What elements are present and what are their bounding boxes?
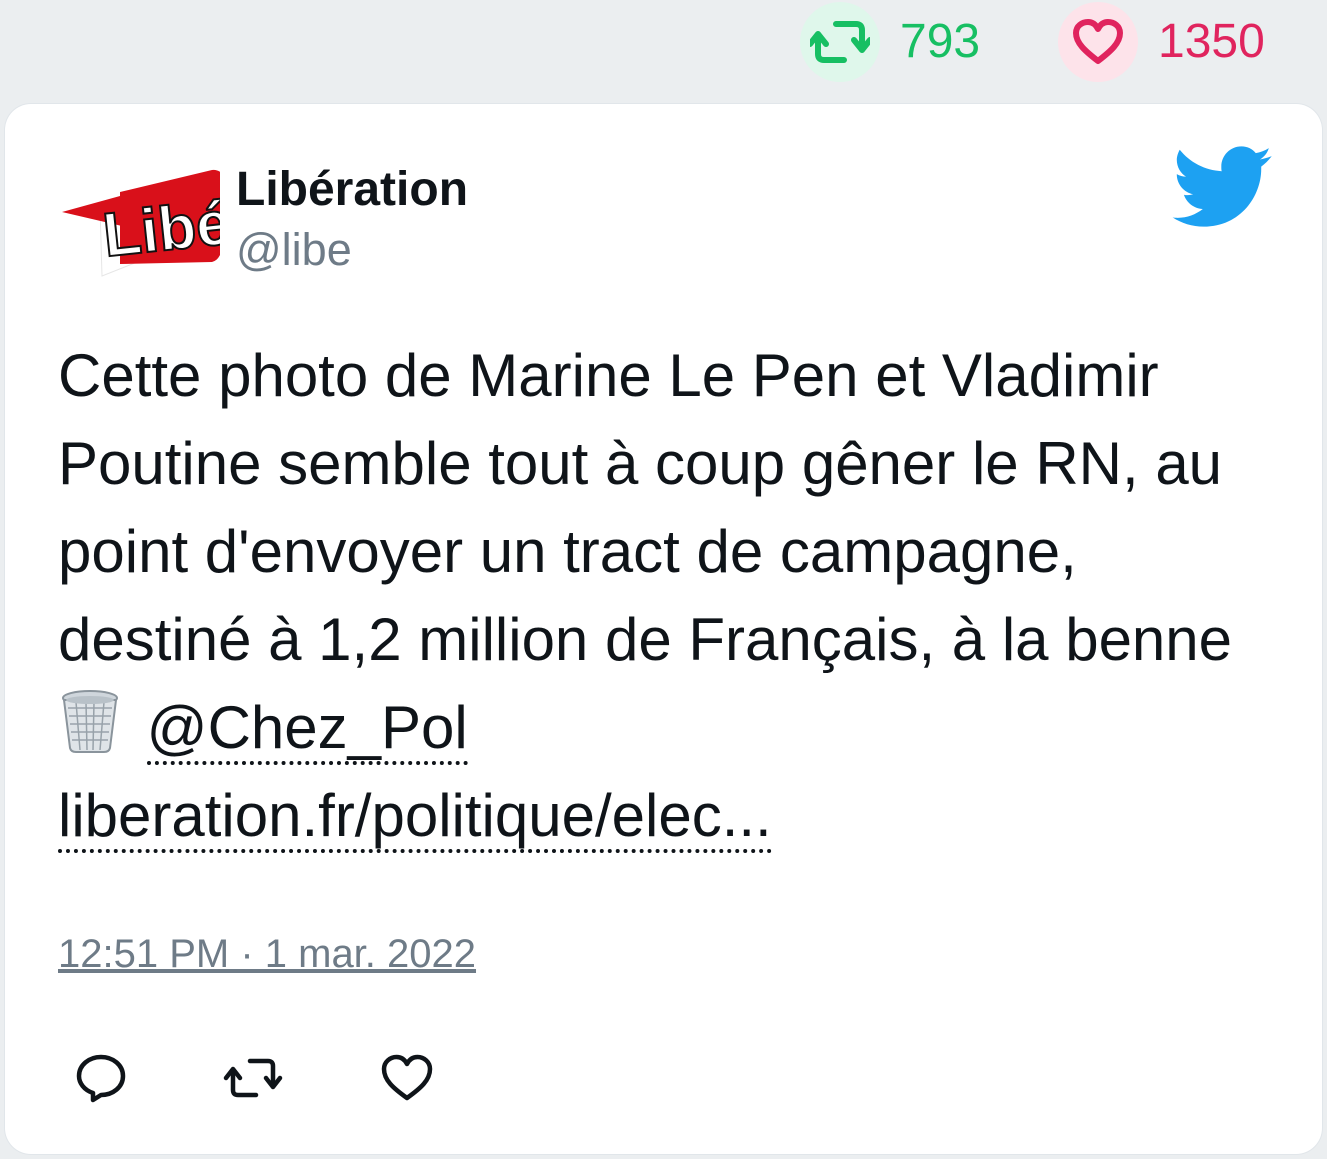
svg-text:Libé: Libé — [100, 188, 220, 270]
heart-icon — [381, 1054, 433, 1101]
heart-icon — [1058, 2, 1138, 82]
tweet-timestamp[interactable]: 12:51 PM · 1 mar. 2022 — [58, 930, 476, 978]
wastebasket-icon — [58, 688, 122, 754]
retweet-icon — [800, 2, 880, 82]
twitter-bird-icon[interactable] — [1171, 146, 1275, 230]
retweet-icon — [223, 1058, 283, 1098]
tweet-text: Cette photo de Marine Le Pen et Vladimir… — [58, 332, 1278, 860]
tweet-body: Cette photo de Marine Le Pen et Vladimir… — [58, 342, 1233, 673]
reply-button[interactable] — [71, 1050, 131, 1106]
like-count: 1350 — [1158, 15, 1265, 68]
like-count-stat[interactable]: 1350 — [1058, 0, 1265, 84]
reply-icon — [76, 1054, 126, 1103]
avatar[interactable]: Libé — [60, 162, 235, 282]
article-link[interactable]: liberation.fr/politique/elec... — [58, 782, 772, 853]
tweet-card: Libé Libération @libe Cette photo de Mar… — [5, 104, 1322, 1154]
retweet-count-stat[interactable]: 793 — [800, 0, 980, 84]
mention-link[interactable]: @Chez_Pol — [146, 694, 468, 765]
author-name[interactable]: Libération — [236, 162, 468, 218]
retweet-button[interactable] — [223, 1050, 283, 1106]
retweet-count: 793 — [900, 15, 981, 68]
like-button[interactable] — [377, 1050, 437, 1106]
author-handle[interactable]: @libe — [236, 224, 352, 276]
